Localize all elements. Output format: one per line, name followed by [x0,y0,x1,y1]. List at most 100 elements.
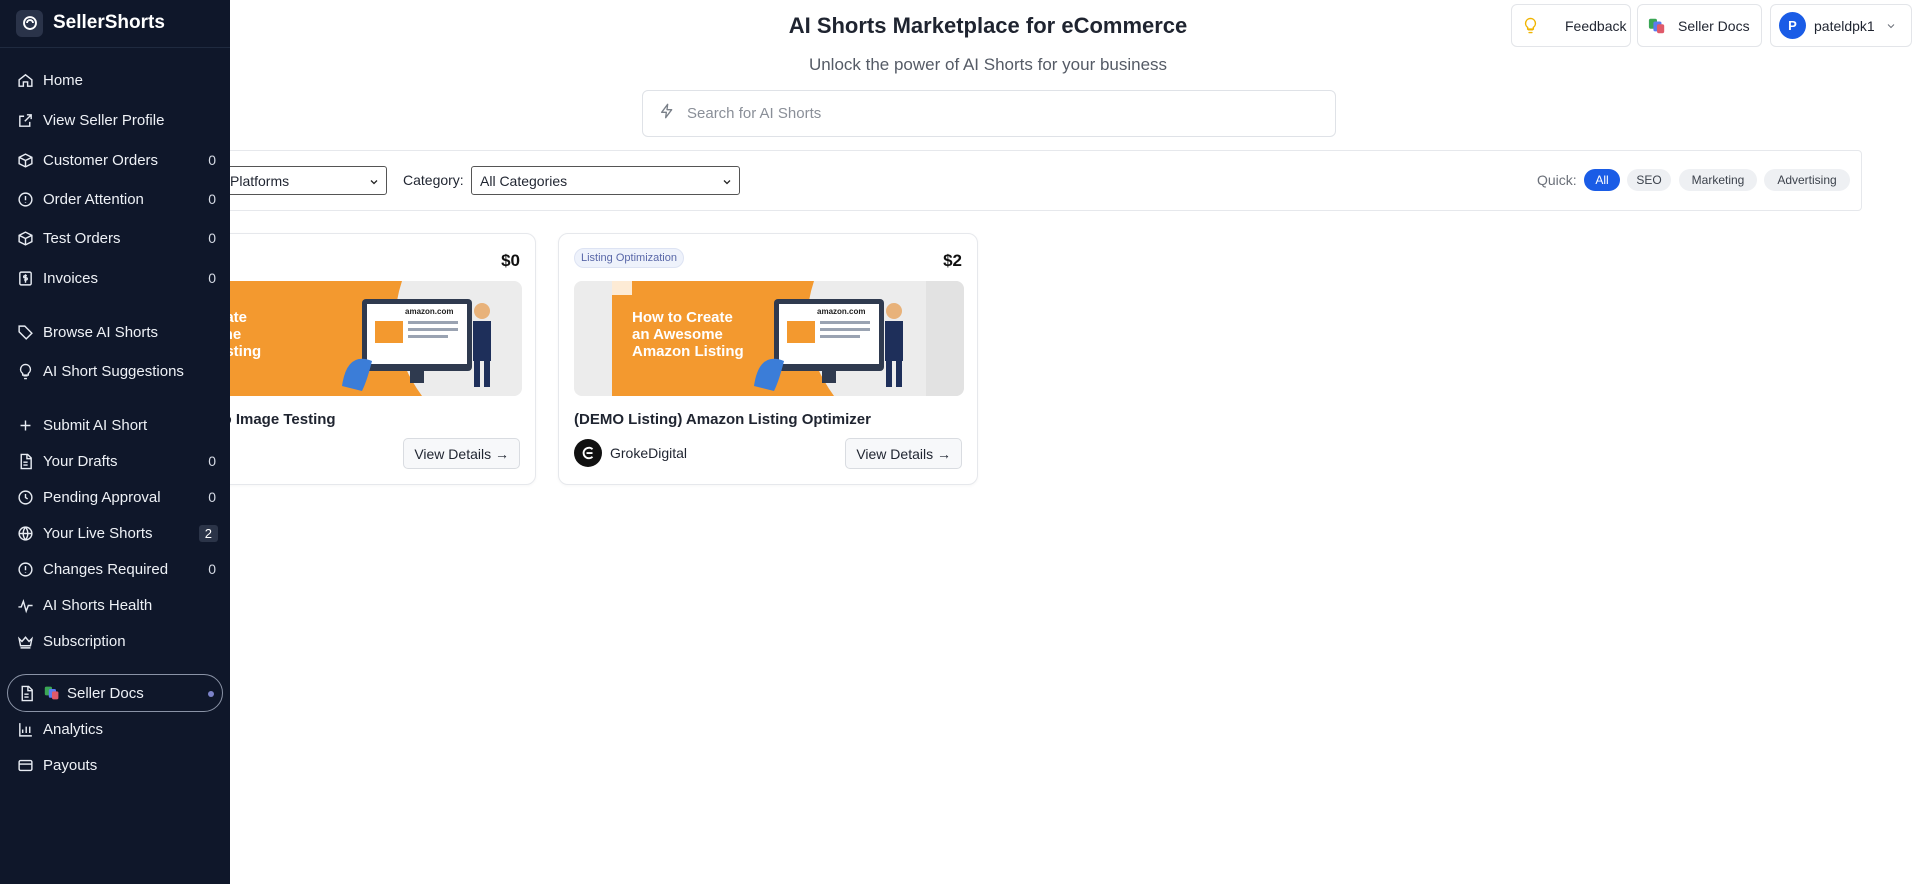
user-menu[interactable]: P pateldpk1 [1770,4,1912,47]
count-badge: 0 [208,230,216,246]
sidebar-item-label: Order Attention [43,190,144,208]
package-icon [17,230,34,247]
quick-label: Quick: [1537,172,1577,188]
sidebar-item-label: Seller Docs [67,684,144,702]
search-input[interactable] [687,105,1287,122]
sidebar-item-label: Your Drafts [43,452,118,470]
divider [0,47,230,48]
sidebar-item-changes-required[interactable]: Changes Required 0 [0,555,230,583]
sidebar-item-invoices[interactable]: Invoices 0 [0,264,230,292]
sidebar-item-ai-shorts-health[interactable]: AI Shorts Health [0,591,230,619]
sidebar-item-order-attention[interactable]: Order Attention 0 [0,185,230,213]
thumbnail-image: How to Create an Awesome Amazon Listing … [574,281,964,396]
notification-dot [208,691,214,697]
crown-icon [17,633,34,650]
seller-docs-header-button[interactable]: Seller Docs [1637,4,1762,47]
sidebar-item-analytics[interactable]: Analytics [0,715,230,743]
credit-card-icon [17,757,34,774]
sidebar-item-submit-ai-short[interactable]: Submit AI Short [0,411,230,439]
sidebar-item-pending-approval[interactable]: Pending Approval 0 [0,483,230,511]
thumbnail-brand: amazon.com [817,307,866,316]
sidebar: SellerShorts Home View Seller Profile Cu… [0,0,230,884]
count-badge: 0 [208,561,216,577]
seller-name[interactable]: GrokeDigital [610,445,687,461]
home-icon [17,72,34,89]
brand[interactable]: SellerShorts [16,8,165,38]
sidebar-item-label: Pending Approval [43,488,161,506]
sidebar-item-label: Payouts [43,756,98,774]
sidebar-item-payouts[interactable]: Payouts [0,751,230,779]
chip-all[interactable]: All [1584,169,1620,191]
sidebar-item-label: AI Shorts Health [43,596,153,614]
view-details-button[interactable]: View Details → [845,438,962,469]
chip-seo[interactable]: SEO [1627,169,1671,191]
sidebar-item-browse-ai-shorts[interactable]: Browse AI Shorts [0,318,230,346]
sidebar-item-customer-orders[interactable]: Customer Orders 0 [0,146,230,174]
sidebar-item-label: Subscription [43,632,126,650]
thumbnail-line: How to Create [632,309,733,326]
short-card[interactable]: Listing Optimization $2 How to Create an… [558,233,978,485]
category-label: Category: [403,172,464,188]
clock-icon [17,489,34,506]
count-badge: 0 [208,453,216,469]
chevron-down-icon [368,175,380,191]
search-bar[interactable] [642,90,1336,137]
category-select-value: All Categories [480,172,568,189]
avatar: P [1779,12,1806,39]
sidebar-item-label: Invoices [43,269,99,287]
sidebar-item-test-orders[interactable]: Test Orders 0 [0,224,230,252]
sidebar-item-your-live-shorts[interactable]: Your Live Shorts 2 [0,519,230,547]
sidebar-item-label: Your Live Shorts [43,524,153,542]
docs-icon [44,685,61,702]
chevron-down-icon [721,175,733,191]
sidebar-item-label: Home [43,71,84,89]
chip-advertising[interactable]: Advertising [1764,169,1850,191]
category-select[interactable]: All Categories [471,166,740,195]
platform-select[interactable]: Platforms [221,166,387,195]
sidebar-item-label: Analytics [43,720,104,738]
seller-docs-label: Seller Docs [1678,17,1750,34]
document-icon [18,685,35,702]
sidebar-item-label: Test Orders [43,229,121,247]
count-badge: 0 [208,152,216,168]
sidebar-item-seller-docs[interactable]: Seller Docs [7,674,223,712]
view-details-button[interactable]: View Details → [403,438,520,469]
chip-marketing[interactable]: Marketing [1679,169,1757,191]
sidebar-item-view-seller-profile[interactable]: View Seller Profile [0,106,230,134]
sidebar-item-label: Customer Orders [43,151,159,169]
seller-logo [574,439,602,467]
docs-icon [1648,17,1666,35]
platform-select-value: Platforms [230,172,290,189]
external-link-icon [17,112,34,129]
feedback-button[interactable]: Feedback [1511,4,1631,47]
count-badge: 0 [208,191,216,207]
lightning-icon [659,103,675,124]
main-content: AI Shorts Marketplace for eCommerce Unlo… [0,0,1916,884]
invoice-icon [17,270,34,287]
lightbulb-icon [17,363,34,380]
plus-icon [17,417,34,434]
sidebar-item-ai-short-suggestions[interactable]: AI Short Suggestions [0,357,230,385]
chevron-down-icon [1885,20,1897,32]
feedback-label: Feedback [1565,17,1627,34]
count-badge: 0 [208,270,216,286]
filter-bar: Platforms Category: All Categories Quick… [190,150,1862,211]
sidebar-item-label: AI Short Suggestions [43,362,184,380]
price: $0 [501,251,520,270]
bar-chart-icon [17,721,34,738]
sidebar-item-home[interactable]: Home [0,66,230,94]
sidebar-item-subscription[interactable]: Subscription [0,627,230,655]
thumbnail-text: How to Create an Awesome Amazon Listing [632,309,744,360]
sidebar-item-label: View Seller Profile [43,111,165,129]
count-badge: 0 [208,489,216,505]
thumbnail-line: an Awesome [632,326,723,343]
thumbnail-brand: amazon.com [405,307,454,316]
activity-icon [17,597,34,614]
sidebar-item-your-drafts[interactable]: Your Drafts 0 [0,447,230,475]
document-icon [17,453,34,470]
username: pateldpk1 [1814,17,1875,34]
package-icon [17,152,34,169]
price: $2 [943,251,962,270]
card-title[interactable]: (DEMO Listing) Amazon Listing Optimizer [574,411,871,428]
alert-circle-icon [17,561,34,578]
